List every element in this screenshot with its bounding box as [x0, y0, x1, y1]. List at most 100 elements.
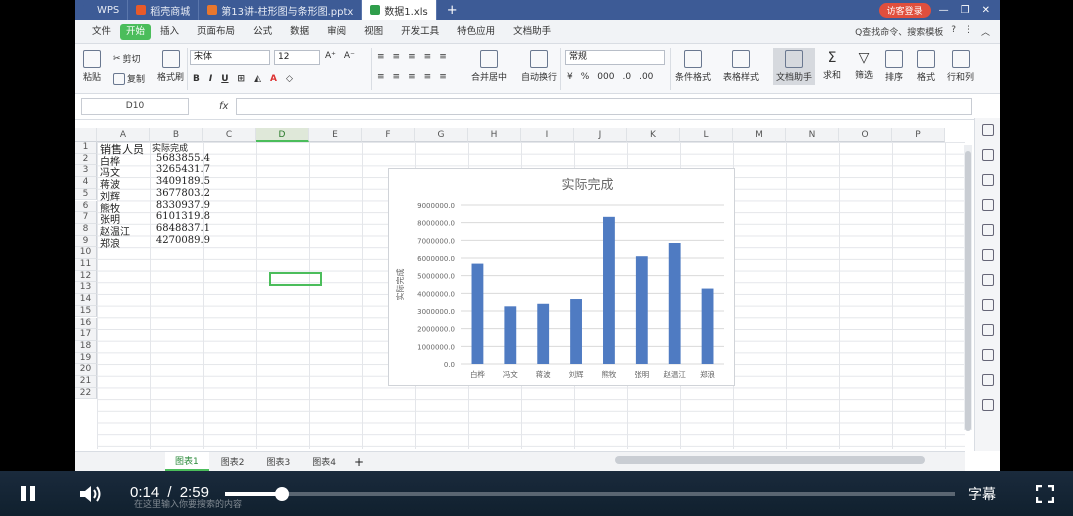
horizontal-scrollbar[interactable]: [615, 456, 925, 464]
cursor-icon[interactable]: [981, 124, 994, 136]
border-icon[interactable]: ⊞: [238, 74, 246, 84]
share-icon[interactable]: [981, 299, 994, 311]
template-icon[interactable]: [981, 199, 994, 211]
align-left-icon[interactable]: ≡: [377, 72, 385, 82]
fill-color-icon[interactable]: ◭: [254, 74, 261, 84]
row-header[interactable]: 13: [75, 282, 97, 295]
window-tab[interactable]: 数据1.xls: [362, 0, 437, 20]
command-search[interactable]: Q查找命令、搜索模板: [855, 25, 943, 38]
menu-9[interactable]: 特色应用: [448, 20, 504, 44]
subtitles-button[interactable]: 字幕: [968, 484, 996, 504]
column-header[interactable]: C: [203, 128, 256, 142]
formula-input[interactable]: [236, 98, 972, 115]
menu-0[interactable]: 文件: [83, 20, 120, 44]
data-cell[interactable]: 3409189.5: [150, 176, 210, 187]
column-header[interactable]: P: [892, 128, 945, 142]
menu-2[interactable]: 插入: [151, 20, 188, 44]
align-center-icon[interactable]: ≡: [393, 72, 401, 82]
data-cell[interactable]: 6101319.8: [150, 211, 210, 222]
clear-icon[interactable]: ◇: [286, 74, 293, 84]
help-circle-icon[interactable]: [981, 399, 994, 411]
sum-button[interactable]: Σ 求和: [823, 50, 841, 81]
distribute-icon[interactable]: ≡: [439, 72, 447, 82]
menu-8[interactable]: 开发工具: [392, 20, 448, 44]
image-icon[interactable]: [981, 324, 994, 336]
sheet-tab[interactable]: 图表3: [256, 453, 300, 470]
format-painter-button[interactable]: 格式刷: [157, 50, 184, 83]
row-col-button[interactable]: 行和列: [947, 50, 974, 83]
format-button[interactable]: 格式: [917, 50, 935, 83]
justify-icon[interactable]: ≡: [424, 72, 432, 82]
row-header[interactable]: 8: [75, 223, 97, 236]
row-header[interactable]: 19: [75, 352, 97, 365]
align-top-icon[interactable]: ≡: [377, 52, 385, 62]
column-header[interactable]: I: [521, 128, 574, 142]
data-cell[interactable]: 5683855.4: [150, 153, 210, 164]
download-icon[interactable]: [981, 349, 994, 361]
column-header[interactable]: L: [680, 128, 733, 142]
menu-6[interactable]: 审阅: [318, 20, 355, 44]
menu-1[interactable]: 开始: [120, 23, 152, 40]
italic-icon[interactable]: I: [209, 74, 212, 84]
seek-handle[interactable]: [274, 487, 289, 501]
align-middle-icon[interactable]: ≡: [393, 52, 401, 62]
cut-button[interactable]: ✂ 剪切: [113, 52, 141, 66]
fullscreen-icon[interactable]: [1036, 485, 1054, 503]
row-header[interactable]: 3: [75, 165, 97, 178]
column-header[interactable]: N: [786, 128, 839, 142]
column-header[interactable]: B: [150, 128, 203, 142]
copy-button[interactable]: 复制: [113, 72, 145, 85]
font-size-select[interactable]: 12: [274, 50, 320, 65]
menu-3[interactable]: 页面布局: [188, 20, 244, 44]
add-sheet-icon[interactable]: +: [348, 455, 364, 469]
scroll-thumb[interactable]: [965, 151, 971, 431]
seek-bar[interactable]: [225, 487, 955, 501]
column-header[interactable]: O: [839, 128, 892, 142]
column-header[interactable]: G: [415, 128, 468, 142]
data-cell[interactable]: 6848837.1: [150, 223, 210, 234]
menu-4[interactable]: 公式: [244, 20, 281, 44]
sheet-tab[interactable]: 图表4: [302, 453, 346, 470]
sheet-tab[interactable]: 图表2: [211, 453, 255, 470]
volume-icon[interactable]: [78, 483, 104, 505]
window-tab[interactable]: WPS: [75, 0, 129, 20]
bar-chart[interactable]: 实际完成 0.0 1000000.0 2000000.0 3000000.0 400000…: [388, 168, 735, 386]
row-header[interactable]: 11: [75, 259, 97, 271]
row-header[interactable]: 14: [75, 294, 97, 306]
menu-10[interactable]: 文档助手: [504, 20, 560, 44]
row-header[interactable]: 9: [75, 235, 97, 248]
table-icon[interactable]: [981, 174, 994, 186]
data-cell[interactable]: 4270089.9: [150, 235, 210, 246]
column-header[interactable]: H: [468, 128, 521, 142]
doc-assistant-button[interactable]: 文档助手: [773, 48, 816, 85]
column-header[interactable]: J: [574, 128, 627, 142]
backup-icon[interactable]: [981, 224, 994, 236]
merge-center-button[interactable]: 合并居中: [471, 50, 507, 83]
history-icon[interactable]: [981, 374, 994, 386]
maximize-icon[interactable]: ❐: [961, 5, 970, 16]
row-header[interactable]: 4: [75, 177, 97, 189]
name-box[interactable]: D10: [81, 98, 189, 115]
row-header[interactable]: 21: [75, 376, 97, 388]
row-header[interactable]: 2: [75, 153, 97, 166]
sort-button[interactable]: 排序: [885, 50, 903, 83]
star-icon[interactable]: [981, 249, 994, 261]
row-header[interactable]: 17: [75, 329, 97, 341]
fx-icon[interactable]: fx: [219, 101, 228, 112]
data-cell[interactable]: 3265431.7: [150, 164, 210, 175]
data-cell[interactable]: 8330937.9: [150, 200, 210, 211]
decrease-font-icon[interactable]: A⁻: [344, 51, 355, 61]
layout-icon[interactable]: [981, 274, 994, 286]
vertical-scrollbar[interactable]: [964, 145, 972, 431]
row-header[interactable]: 18: [75, 340, 97, 353]
help-icon[interactable]: ?: [951, 25, 956, 38]
dec-decimal-icon[interactable]: .00: [639, 72, 653, 82]
inc-decimal-icon[interactable]: .0: [622, 72, 631, 82]
font-color-icon[interactable]: A: [270, 74, 277, 84]
column-header[interactable]: F: [362, 128, 415, 142]
new-tab-icon[interactable]: +: [437, 3, 468, 18]
row-header[interactable]: 15: [75, 305, 97, 318]
column-header[interactable]: K: [627, 128, 680, 142]
sheet-tab[interactable]: 图表1: [165, 452, 209, 471]
row-header[interactable]: 1: [75, 142, 97, 154]
